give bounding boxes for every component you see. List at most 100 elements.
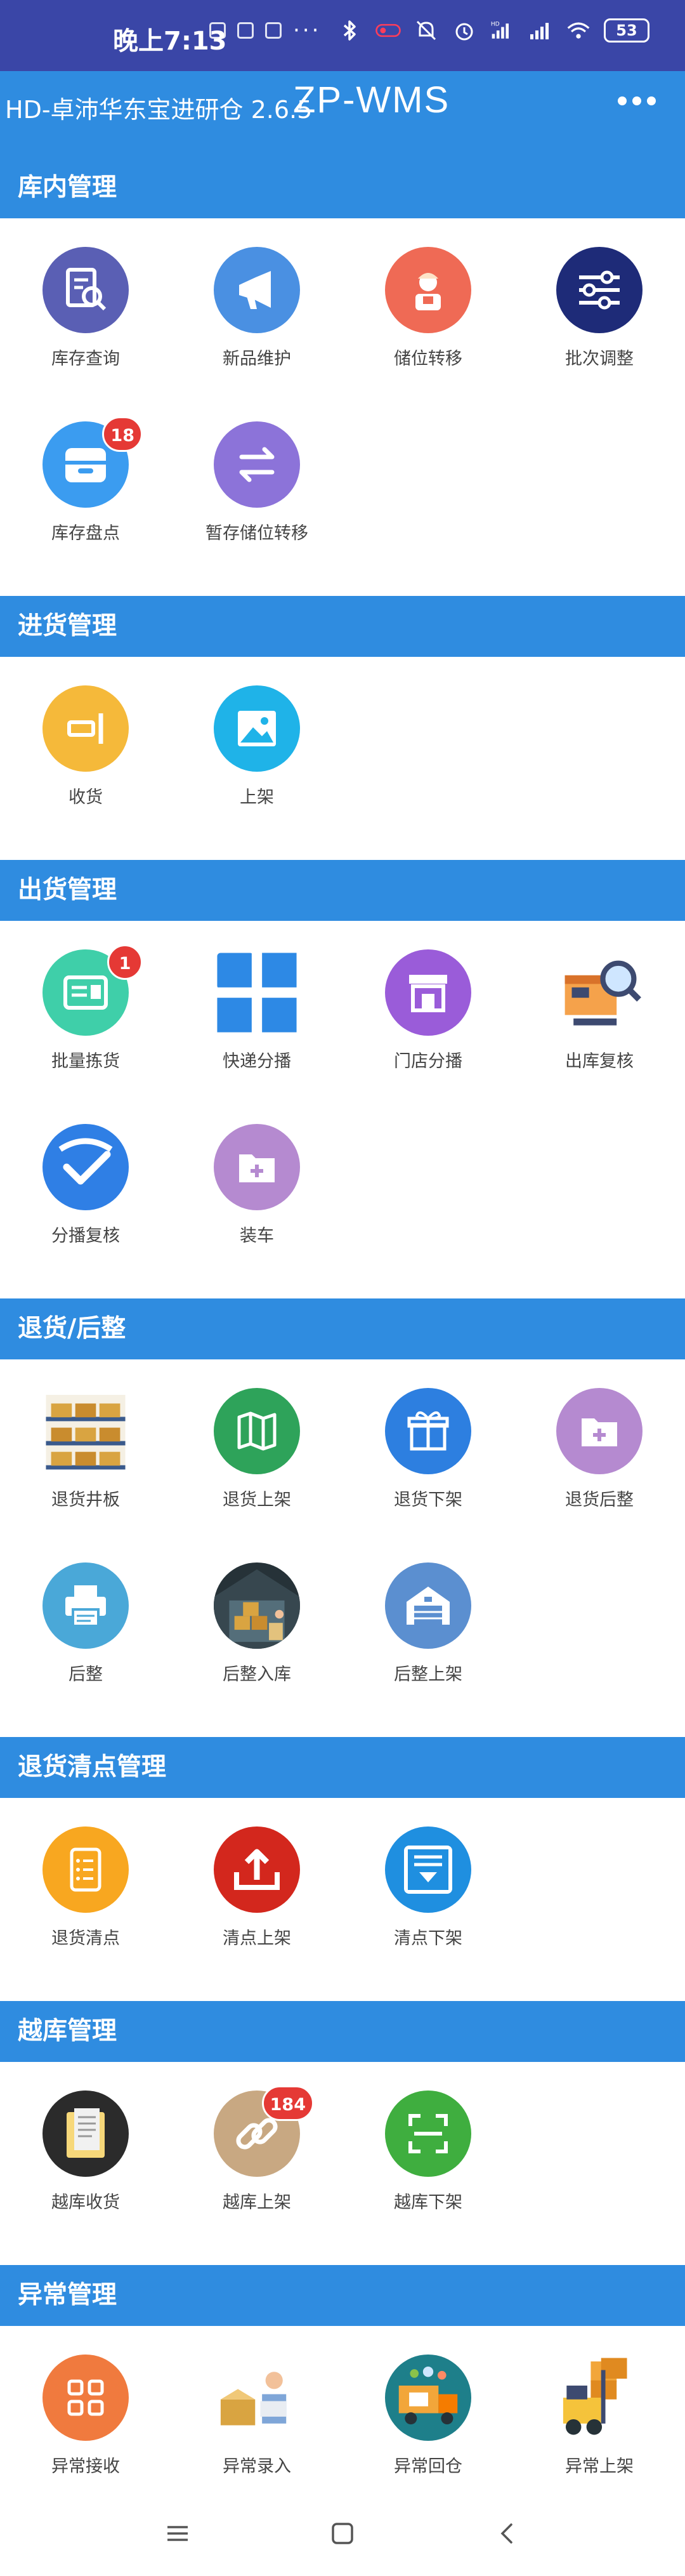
menu-item-label: 批量拣货 [51,1052,120,1071]
section-header: 退货/后整 [0,1298,685,1359]
box-check-icon [556,949,643,1036]
more-notifications-dots: ··· [293,18,322,43]
signal-hd-icon: HD [490,18,515,43]
menu-icon[interactable] [159,2514,197,2553]
menu-item[interactable]: 退货清点 [0,1826,171,2001]
menu-item-label: 退货下架 [394,1490,462,1510]
printer-icon [42,1562,129,1649]
menu-item[interactable]: 后整 [0,1562,171,1737]
menu-item-label: 快递分播 [223,1052,291,1071]
menu-item[interactable]: 后整入库 [171,1562,342,1737]
mute-icon [414,18,439,43]
page-title: ZP-WMS [293,79,450,121]
home-square-icon[interactable] [323,2514,362,2553]
upload-tray-icon [214,1826,300,1913]
menu-item[interactable]: 库存查询 [0,247,171,421]
menu-item[interactable]: 收货 [0,685,171,860]
section-grid: 收货 上架 [0,657,685,860]
menu-item-label: 越库上架 [223,2193,291,2212]
menu-item-label: 退货井板 [51,1490,120,1510]
grid-icon [42,2355,129,2441]
document-icon [42,2091,129,2177]
menu-item-label: 异常录入 [223,2457,291,2476]
menu-item[interactable]: 清点上架 [171,1826,342,2001]
list-doc-icon [42,1826,129,1913]
warehouse-icon [385,1562,471,1649]
menu-content: 库内管理 库存查询 新品维护 储位转移 批次调整 18 库存盘点 暂存储位转移 进货管理 收货 上架… [0,157,685,2576]
menu-item[interactable]: 出库复核 [514,949,685,1124]
menu-item-label: 出库复核 [565,1052,634,1071]
menu-item-label: 清点下架 [394,1929,462,1948]
sliders-icon [556,247,643,333]
inbox-icon: 18 [42,416,143,508]
menu-item[interactable]: 门店分播 [342,949,514,1124]
section-header: 退货清点管理 [0,1737,685,1798]
menu-item[interactable]: 后整上架 [342,1562,514,1737]
menu-item-label: 收货 [68,788,103,807]
app-header: HD-卓沛华东宝进研仓 2.6.5 ZP-WMS [0,71,685,157]
notification-icon [209,22,226,39]
section-grid: 退货清点 清点上架 清点下架 [0,1798,685,2001]
worker-box-icon [214,2355,300,2441]
status-notification-icons: ··· [209,18,322,43]
menu-item-label: 库存盘点 [51,524,120,543]
menu-item-label: 分播复核 [51,1226,120,1246]
checkmark-icon [42,1124,129,1210]
menu-item-label: 批次调整 [565,349,634,369]
menu-item[interactable]: 越库收货 [0,2091,171,2265]
receive-icon [42,685,129,772]
id-card-icon: 1 [42,944,143,1036]
menu-item-label: 异常接收 [51,2457,120,2476]
bluetooth-icon [337,18,363,43]
image-icon [214,685,300,772]
menu-item-label: 库存查询 [51,349,120,369]
section-header: 库内管理 [0,157,685,218]
folder-plus-icon [214,1124,300,1210]
notification-badge: 18 [102,416,143,452]
menu-item[interactable]: 18 库存盘点 [0,416,171,596]
menu-item[interactable]: 上架 [171,685,342,860]
menu-item[interactable]: 分播复核 [0,1124,171,1298]
menu-item[interactable]: 清点下架 [342,1826,514,2001]
menu-item-label: 后整入库 [223,1665,291,1684]
shelf-icon [42,1388,129,1474]
menu-item[interactable]: 批次调整 [514,247,685,421]
notification-badge: 184 [261,2085,314,2121]
battery-indicator: 53 [604,18,649,43]
menu-item[interactable]: 184 越库上架 [171,2085,342,2265]
wifi-icon [566,18,591,43]
notification-icon [265,22,282,39]
menu-item[interactable]: 新品维护 [171,247,342,421]
cross-icon [214,949,300,1036]
menu-item[interactable]: 退货下架 [342,1388,514,1562]
svg-text:HD: HD [491,22,500,28]
more-dots-icon[interactable] [611,90,662,112]
link-icon: 184 [214,2085,314,2177]
section-header: 异常管理 [0,2265,685,2326]
menu-item[interactable]: 快递分播 [171,949,342,1124]
menu-item-label: 退货上架 [223,1490,291,1510]
swap-icon [214,421,300,508]
warehouse-name: HD-卓沛华东宝进研仓 2.6.5 [5,96,313,124]
gift-icon [385,1388,471,1474]
section-header: 越库管理 [0,2001,685,2062]
signal-icon [528,18,553,43]
worker-icon [385,247,471,333]
status-bar: 晚上7:13 ··· HD 53 [0,0,685,71]
menu-item-label: 门店分播 [394,1052,462,1071]
back-chevron-icon[interactable] [488,2514,526,2553]
menu-item[interactable]: 1 批量拣货 [0,944,171,1124]
menu-item[interactable]: 装车 [171,1124,342,1298]
menu-item[interactable]: 退货后整 [514,1388,685,1562]
forklift-icon [556,2355,643,2441]
menu-item-label: 异常上架 [565,2457,634,2476]
download-tray-icon [385,1826,471,1913]
menu-item[interactable]: 储位转移 [342,247,514,421]
menu-item[interactable]: 暂存储位转移 [171,421,342,596]
menu-item[interactable]: 退货井板 [0,1388,171,1562]
menu-item-label: 暂存储位转移 [206,524,308,543]
menu-item[interactable]: 退货上架 [171,1388,342,1562]
status-system-icons: HD 53 [337,18,649,43]
menu-item-label: 越库收货 [51,2193,120,2212]
menu-item[interactable]: 越库下架 [342,2091,514,2265]
